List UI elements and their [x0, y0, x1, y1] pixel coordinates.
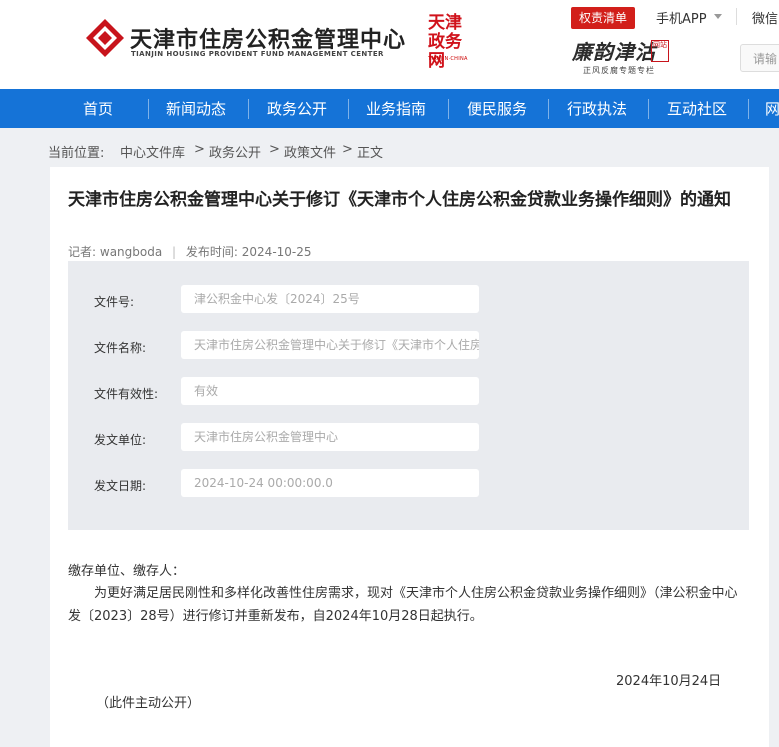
disclosure-note: （此件主动公开） [96, 696, 201, 711]
field-label-validity: 文件有效性: [94, 387, 159, 401]
lianyun-tag: 网站 [651, 40, 669, 62]
breadcrumb-sep: > [269, 142, 280, 157]
chevron-down-icon [714, 14, 722, 19]
sign-date: 2024年10月24日 [616, 674, 722, 689]
article-meta: 记者: wangboda | 发布时间: 2024-10-25 [68, 243, 312, 260]
nav-item-services[interactable]: 便民服务 [467, 89, 527, 128]
search-input[interactable]: 请输 [740, 44, 779, 72]
hpf-logo-icon[interactable] [85, 18, 125, 58]
field-label-issue-date: 发文日期: [94, 479, 147, 493]
nav-divider [548, 99, 549, 119]
nav-item-home[interactable]: 首页 [83, 89, 113, 128]
field-label-doc-number: 文件号: [94, 295, 135, 309]
breadcrumb-item[interactable]: 政策文件 [284, 142, 336, 161]
breadcrumb-item[interactable]: 政务公开 [209, 142, 261, 161]
site-header: 天津市住房公积金管理中心 TIANJIN HOUSING PROVIDENT F… [0, 0, 779, 89]
breadcrumb-sep: > [342, 142, 353, 157]
power-list-button[interactable]: 权责清单 [571, 7, 635, 29]
main-nav: 首页 新闻动态 政务公开 业务指南 便民服务 行政执法 互动社区 网 [0, 89, 779, 128]
field-value-issue-date: 2024-10-24 00:00:00.0 [181, 469, 479, 497]
date-label: 发布时间: [185, 245, 238, 259]
breadcrumb-sep: > [194, 142, 205, 157]
nav-item-gov-affairs[interactable]: 政务公开 [267, 89, 327, 128]
weixin-link[interactable]: 微信 [752, 8, 778, 27]
nav-item-news[interactable]: 新闻动态 [166, 89, 226, 128]
divider [736, 8, 737, 25]
tianjin-gov-seal-icon[interactable]: 天津 政务网 [428, 14, 472, 71]
nav-item-law-enforcement[interactable]: 行政执法 [567, 89, 627, 128]
nav-divider [148, 99, 149, 119]
nav-divider [248, 99, 249, 119]
site-name-en: TIANJIN HOUSING PROVIDENT FUND MANAGEMEN… [131, 50, 384, 58]
salutation: 缴存单位、缴存人： [68, 564, 186, 579]
field-value-issuer: 天津市住房公积金管理中心 [181, 423, 479, 451]
breadcrumb-prefix: 当前位置: [48, 146, 105, 161]
nav-item-business-guide[interactable]: 业务指南 [366, 89, 426, 128]
nav-divider [448, 99, 449, 119]
article-title: 天津市住房公积金管理中心关于修订《天津市个人住房公积金贷款业务操作细则》的通知 [68, 190, 731, 210]
publish-date: 2024-10-25 [241, 245, 312, 259]
nav-divider [748, 99, 749, 119]
meta-divider: | [172, 245, 177, 259]
field-label-issuer: 发文单位: [94, 433, 147, 447]
nav-item-community[interactable]: 互动社区 [667, 89, 727, 128]
field-label-doc-name: 文件名称: [94, 341, 147, 355]
lianyun-subtitle: 正风反腐专题专栏 [583, 66, 655, 75]
seal-text: 天津 政务网 [428, 13, 462, 71]
field-value-doc-number: 津公积金中心发〔2024〕25号 [181, 285, 479, 313]
nav-divider [648, 99, 649, 119]
lianyun-banner[interactable]: 廉韵津沽 [572, 36, 656, 65]
nav-divider [348, 99, 349, 119]
field-value-validity: 有效 [181, 377, 479, 405]
body-paragraph: 为更好满足居民刚性和多样化改善性住房需求，现对《天津市个人住房公积金贷款业务操作… [68, 586, 738, 624]
mobile-app-link[interactable]: 手机APP [656, 8, 707, 27]
author: wangboda [99, 245, 163, 259]
field-value-doc-name: 天津市住房公积金管理中心关于修订《天津市个人住房公积金贷款业务操作细则》的通知 [181, 331, 479, 359]
author-label: 记者: [68, 245, 97, 259]
breadcrumb-item: 正文 [357, 146, 384, 161]
seal-caption: TIANJIN·CHINA [428, 56, 468, 62]
nav-item-more[interactable]: 网 [765, 89, 779, 128]
breadcrumb-item[interactable]: 中心文件库 [120, 142, 185, 161]
